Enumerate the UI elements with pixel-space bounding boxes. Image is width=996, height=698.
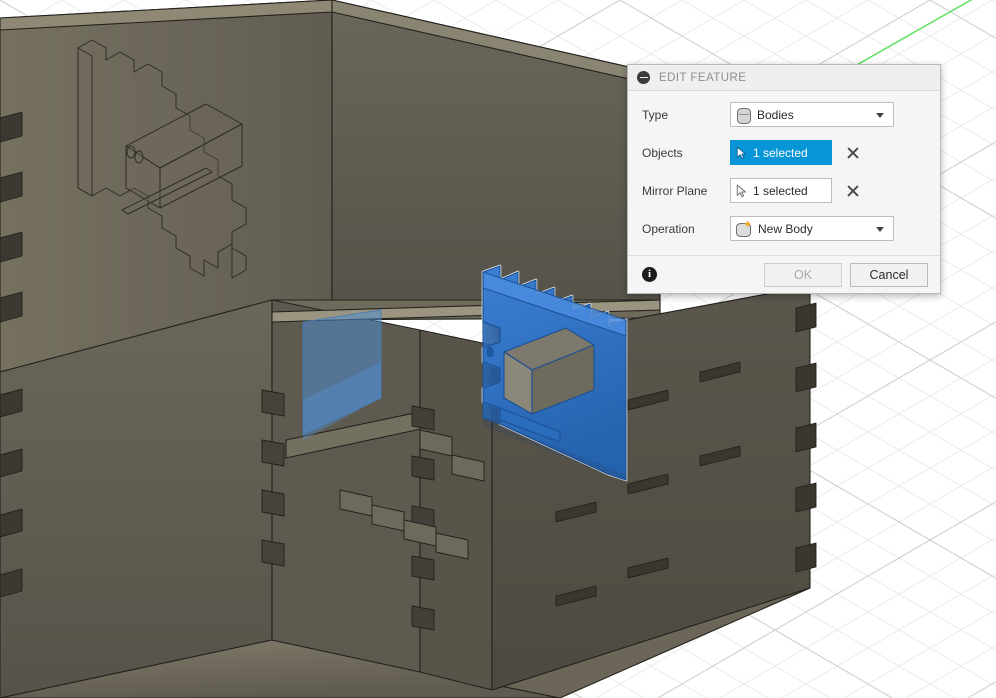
- label-operation: Operation: [642, 221, 695, 236]
- label-objects: Objects: [642, 145, 683, 160]
- ok-button[interactable]: OK: [764, 262, 842, 287]
- new-body-icon: ✦: [736, 219, 752, 237]
- type-dropdown[interactable]: Bodies: [730, 102, 894, 127]
- dialog-body: Type Bodies Objects 1 selected Mirror Pl…: [628, 91, 940, 255]
- objects-selection-field[interactable]: 1 selected: [730, 140, 832, 165]
- row-operation: Operation ✦ New Body: [642, 214, 928, 243]
- fusion360-app-window: EDIT FEATURE Type Bodies Objects 1 selec…: [0, 0, 996, 698]
- dialog-title: EDIT FEATURE: [659, 71, 747, 84]
- cursor-arrow-icon: [736, 184, 747, 197]
- operation-value: New Body: [758, 221, 813, 236]
- operation-dropdown[interactable]: ✦ New Body: [730, 216, 894, 241]
- cancel-button[interactable]: Cancel: [850, 262, 928, 287]
- row-objects: Objects 1 selected: [642, 138, 928, 167]
- mirror-plane-value: 1 selected: [753, 183, 808, 198]
- label-type: Type: [642, 107, 669, 122]
- objects-value: 1 selected: [753, 145, 808, 160]
- minus-circle-icon[interactable]: [637, 71, 650, 84]
- chevron-down-icon[interactable]: [876, 226, 884, 232]
- mirror-plane-clear-icon[interactable]: [845, 183, 860, 198]
- edit-feature-dialog[interactable]: EDIT FEATURE Type Bodies Objects 1 selec…: [627, 64, 941, 294]
- body-icon: [736, 107, 751, 124]
- label-mirror-plane: Mirror Plane: [642, 183, 708, 198]
- dialog-header[interactable]: EDIT FEATURE: [628, 65, 940, 91]
- row-type: Type Bodies: [642, 100, 928, 129]
- mirror-plane-selection-field[interactable]: 1 selected: [730, 178, 832, 203]
- row-mirror-plane: Mirror Plane 1 selected: [642, 176, 928, 205]
- info-icon[interactable]: i: [642, 267, 657, 282]
- type-value: Bodies: [757, 107, 794, 122]
- dialog-footer: i OK Cancel: [628, 255, 940, 293]
- objects-clear-icon[interactable]: [845, 145, 860, 160]
- cursor-arrow-icon: [736, 146, 747, 159]
- chevron-down-icon[interactable]: [876, 112, 884, 118]
